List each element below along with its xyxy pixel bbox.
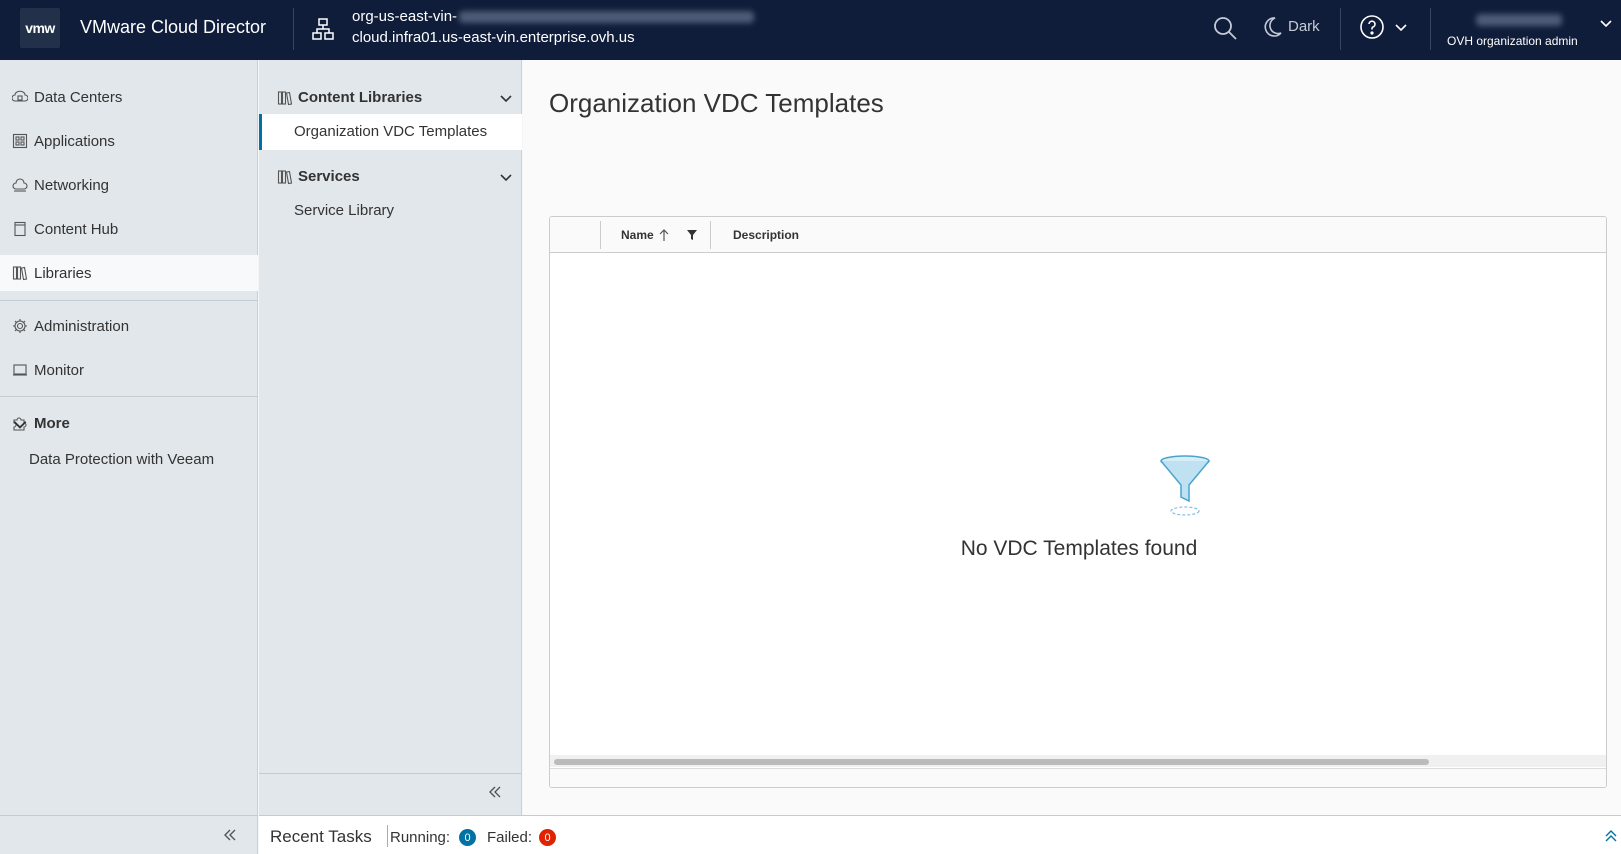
nav-label: Applications (34, 132, 115, 150)
column-separator[interactable] (710, 221, 711, 249)
nav-divider (0, 815, 258, 816)
nav-item-data-protection-veeam[interactable]: Data Protection with Veeam (29, 451, 214, 468)
running-label: Running: (390, 829, 451, 846)
datagrid-footer (550, 768, 1606, 787)
org-name-line2[interactable]: cloud.infra01.us-east-vin.enterprise.ovh… (352, 29, 635, 46)
nav-item-applications[interactable]: Applications (0, 123, 258, 159)
column-header-description[interactable]: Description (733, 228, 799, 242)
datacenter-icon (12, 90, 28, 102)
nav-label: Content Hub (34, 220, 119, 238)
help-icon[interactable] (1359, 14, 1385, 40)
chevron-down-icon[interactable] (499, 91, 513, 105)
running-count-badge[interactable]: 0 (459, 829, 476, 846)
group-label: Content Libraries (298, 89, 423, 106)
group-services[interactable]: Services (259, 159, 522, 193)
header-divider (1430, 8, 1431, 50)
subnav-label: Service Library (294, 202, 395, 219)
expand-up-icon[interactable] (1603, 828, 1619, 844)
header-divider (293, 8, 294, 50)
chevron-down-icon[interactable] (499, 170, 513, 184)
secondary-nav: Content Libraries Organization VDC Templ… (259, 60, 522, 815)
tasks-divider (387, 825, 388, 847)
organization-icon (312, 18, 334, 40)
nav-label: Administration (34, 317, 130, 335)
redacted-org-id (459, 11, 755, 24)
nav-item-content-hub[interactable]: Content Hub (0, 211, 258, 247)
left-nav: Data Centers Applications Networking Con… (0, 60, 258, 854)
empty-filter-icon (1160, 455, 1210, 516)
page-title: Organization VDC Templates (549, 88, 884, 118)
chevron-down-icon[interactable] (12, 416, 28, 432)
top-header: vmw VMware Cloud Director org-us-east-vi… (0, 0, 1621, 60)
content-hub-icon (14, 221, 26, 237)
search-icon[interactable] (1212, 15, 1238, 41)
theme-toggle-label[interactable]: Dark (1288, 18, 1320, 35)
applications-icon (12, 133, 28, 149)
nav-item-monitor[interactable]: Monitor (0, 352, 258, 388)
moon-icon[interactable] (1260, 15, 1284, 39)
org-name-line1[interactable]: org-us-east-vin- (352, 8, 755, 25)
subnav-divider (259, 773, 522, 774)
failed-count-badge[interactable]: 0 (539, 829, 556, 846)
nav-item-administration[interactable]: Administration (0, 308, 258, 344)
collapse-left-icon[interactable] (222, 827, 238, 843)
nav-label: Libraries (34, 264, 92, 282)
collapse-left-icon[interactable] (487, 784, 503, 800)
nav-divider (0, 396, 258, 397)
monitor-icon (13, 364, 27, 376)
subnav-label: Organization VDC Templates (294, 123, 488, 140)
failed-label: Failed: (487, 829, 533, 846)
filter-icon[interactable] (686, 229, 698, 241)
empty-state-message: No VDC Templates found (960, 537, 1198, 560)
nav-item-data-centers[interactable]: Data Centers (0, 79, 258, 115)
templates-datagrid: Name Description No VDC Templates found (549, 216, 1607, 788)
column-separator[interactable] (600, 221, 601, 249)
redacted-username[interactable] (1476, 14, 1562, 26)
group-content-libraries[interactable]: Content Libraries (259, 80, 522, 114)
subnav-item-service-library[interactable]: Service Library (259, 193, 522, 229)
gear-icon (13, 319, 27, 333)
main-content: Organization VDC Templates Name Descript… (523, 60, 1621, 815)
nav-label: More (34, 414, 70, 432)
group-label: Services (298, 168, 360, 185)
header-divider (1340, 8, 1341, 50)
nav-label: Networking (34, 176, 110, 194)
datagrid-header: Name Description (550, 217, 1606, 253)
libraries-icon (277, 91, 293, 106)
vmw-logo[interactable]: vmw (20, 8, 60, 48)
libraries-icon (12, 266, 28, 281)
nav-label: Monitor (34, 361, 85, 379)
subnav-item-org-vdc-templates[interactable]: Organization VDC Templates (259, 114, 522, 150)
scrollbar-thumb[interactable] (554, 759, 1429, 765)
nav-item-more[interactable]: More (0, 405, 258, 441)
recent-tasks-label[interactable]: Recent Tasks (270, 827, 372, 847)
cloud-icon (12, 178, 28, 192)
recent-tasks-bar: Recent Tasks Running: 0 Failed: 0 (259, 815, 1621, 854)
sort-ascending-icon[interactable] (658, 228, 670, 242)
chevron-down-icon[interactable] (1394, 20, 1408, 34)
nav-divider (0, 300, 258, 301)
chevron-down-icon[interactable] (1599, 16, 1613, 30)
user-role[interactable]: OVH organization admin (1447, 34, 1578, 48)
nav-item-networking[interactable]: Networking (0, 167, 258, 203)
nav-label: Data Centers (34, 88, 123, 106)
libraries-icon (277, 170, 293, 185)
nav-item-libraries[interactable]: Libraries (0, 255, 258, 291)
app-title[interactable]: VMware Cloud Director (80, 17, 266, 38)
column-header-name[interactable]: Name (621, 228, 654, 242)
